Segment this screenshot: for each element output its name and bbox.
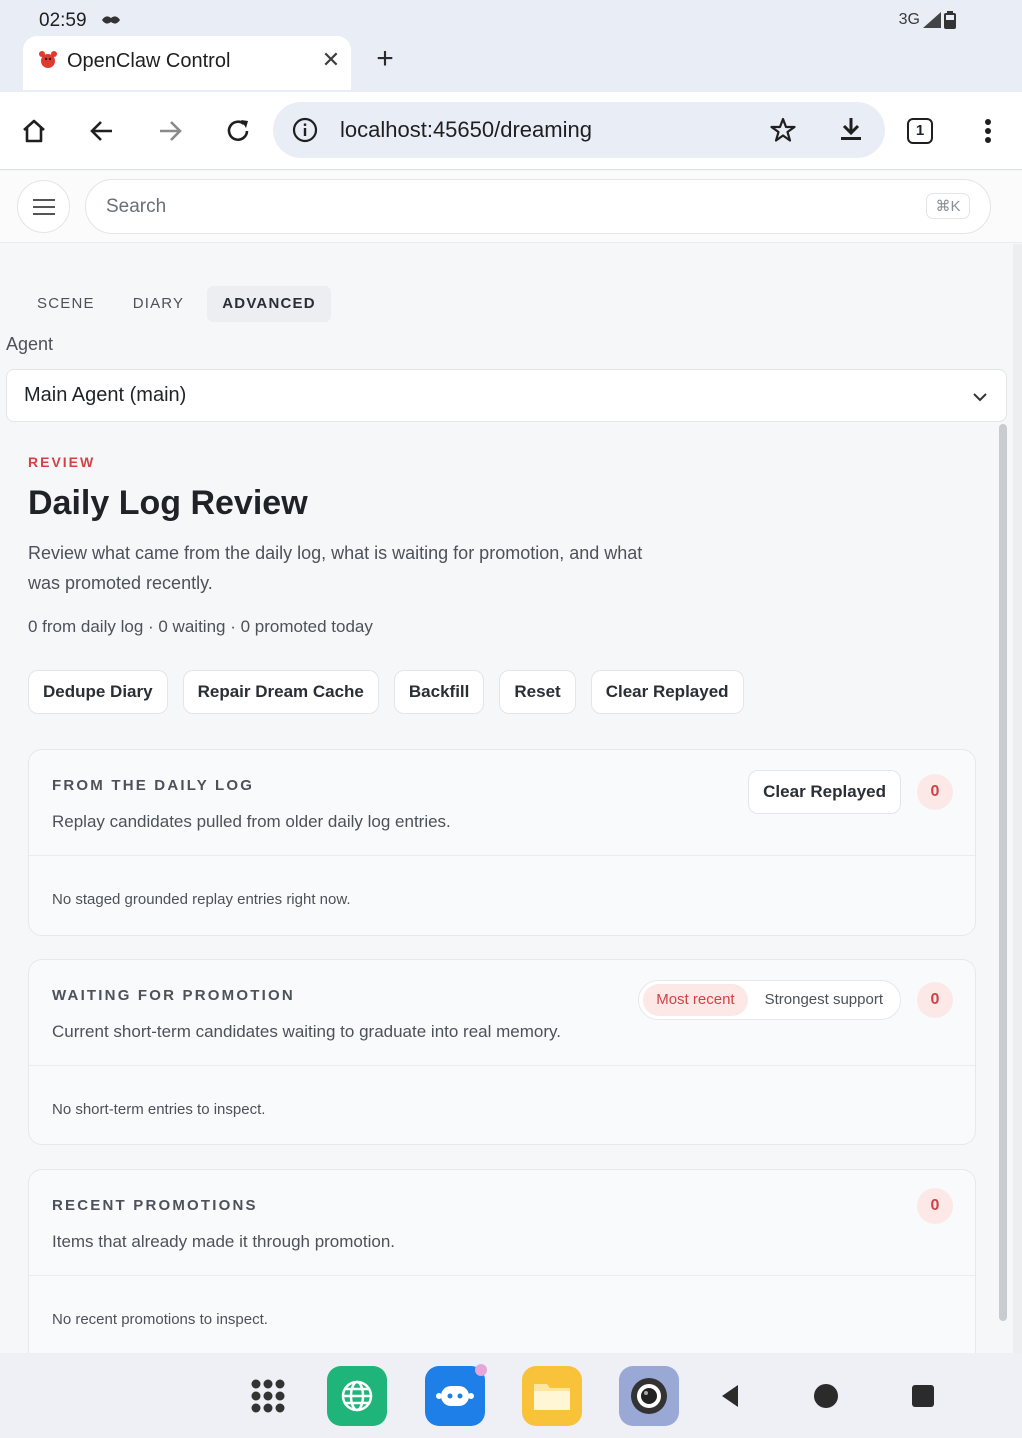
count-badge: 0 [917,774,953,810]
section-eyebrow: REVIEW [28,454,96,470]
content-scrollbar[interactable] [999,424,1007,1321]
count-badge: 0 [917,1188,953,1224]
home-icon[interactable] [17,114,51,148]
status-time: 02:59 [39,10,87,31]
card-title: RECENT PROMOTIONS [52,1197,258,1214]
menu-button[interactable] [17,180,70,233]
more-menu-icon[interactable] [971,114,1005,148]
dedupe-diary-button[interactable]: Dedupe Diary [28,670,168,714]
tab-scene[interactable]: SCENE [22,286,110,322]
card-title: FROM THE DAILY LOG [52,777,255,794]
view-tabs: SCENE DIARY ADVANCED [22,286,331,322]
agent-selected-value: Main Agent (main) [24,384,187,406]
address-bar[interactable]: localhost:45650/dreaming [273,102,885,158]
repair-dream-cache-button[interactable]: Repair Dream Cache [182,670,379,714]
divider [29,1065,975,1066]
daily-log-card: FROM THE DAILY LOG Replay candidates pul… [28,749,976,936]
divider [29,1275,975,1276]
card-subtitle: Current short-term candidates waiting to… [52,1022,561,1041]
browser-toolbar: localhost:45650/dreaming 1 [0,92,1022,170]
agent-label: Agent [6,334,54,354]
signal-icon [923,12,941,28]
tab-title: OpenClaw Control [67,50,231,72]
files-app-icon[interactable] [522,1366,582,1426]
chevron-down-icon [973,393,987,402]
tab-switcher-button[interactable]: 1 [903,114,937,148]
backfill-button[interactable]: Backfill [393,670,485,714]
hamburger-icon [32,198,55,215]
battery-icon [944,11,956,29]
agent-select[interactable]: Main Agent (main) [6,369,1007,422]
review-actions: Dedupe Diary Repair Dream Cache Backfill… [28,670,744,714]
empty-state: No short-term entries to inspect. [52,1101,266,1118]
count-badge: 0 [917,982,953,1018]
download-icon[interactable] [837,115,865,143]
lobster-favicon-icon [39,51,57,68]
card-subtitle: Items that already made it through promo… [52,1232,396,1251]
divider [29,855,975,856]
page-description: Review what came from the daily log, wha… [28,543,643,593]
notification-icon [102,16,120,24]
clear-replayed-button[interactable]: Clear Replayed [590,670,744,714]
search-input[interactable]: Search ⌘K [85,179,991,234]
tab-strip: OpenClaw Control ✕ + [0,36,1022,92]
bookmark-star-icon[interactable] [769,116,797,144]
url-text: localhost:45650/dreaming [340,117,592,142]
nav-back-icon[interactable] [701,1366,761,1426]
browser-app-icon[interactable] [327,1366,387,1426]
waiting-promotion-card: WAITING FOR PROMOTION Current short-term… [28,959,976,1145]
search-placeholder: Search [106,196,167,217]
browser-tab[interactable]: OpenClaw Control ✕ [23,36,351,90]
system-dock [0,1353,1022,1438]
review-stats: 0 from daily log · 0 waiting · 0 promote… [28,617,373,636]
site-info-icon[interactable] [291,116,319,144]
recent-promotions-card: RECENT PROMOTIONS Items that already mad… [28,1169,976,1353]
network-type: 3G [898,11,920,28]
notification-dot [475,1364,487,1376]
nav-home-icon[interactable] [796,1366,856,1426]
tab-count: 1 [907,118,933,144]
reload-icon[interactable] [221,114,255,148]
tab-advanced[interactable]: ADVANCED [207,286,331,322]
status-bar: 02:59 3G [0,0,1022,40]
camera-app-icon[interactable] [619,1366,679,1426]
empty-state: No staged grounded replay entries right … [52,891,351,908]
tab-diary[interactable]: DIARY [118,286,200,322]
card-title: WAITING FOR PROMOTION [52,987,295,1004]
status-indicators: 3G [899,11,956,29]
card-subtitle: Replay candidates pulled from older dail… [52,812,451,831]
sort-most-recent[interactable]: Most recent [643,984,748,1016]
nav-recents-icon[interactable] [893,1366,953,1426]
app-header: Search ⌘K [0,171,1022,243]
reset-button[interactable]: Reset [499,670,576,714]
page-title: Daily Log Review [28,484,308,522]
app-drawer-icon[interactable] [238,1366,298,1426]
page-scrollbar[interactable] [1013,244,1022,1353]
sort-strongest-support[interactable]: Strongest support [752,984,896,1016]
back-icon[interactable] [85,114,119,148]
messaging-app-icon[interactable] [425,1364,487,1426]
close-tab-icon[interactable]: ✕ [319,48,343,72]
sort-toggle: Most recent Strongest support [638,980,901,1020]
new-tab-icon[interactable]: + [372,44,398,74]
empty-state: No recent promotions to inspect. [52,1311,268,1328]
search-shortcut: ⌘K [926,193,970,219]
main-content: SCENE DIARY ADVANCED Agent Main Agent (m… [0,244,1022,1353]
forward-icon[interactable] [153,114,187,148]
card-clear-replayed-button[interactable]: Clear Replayed [748,770,901,814]
